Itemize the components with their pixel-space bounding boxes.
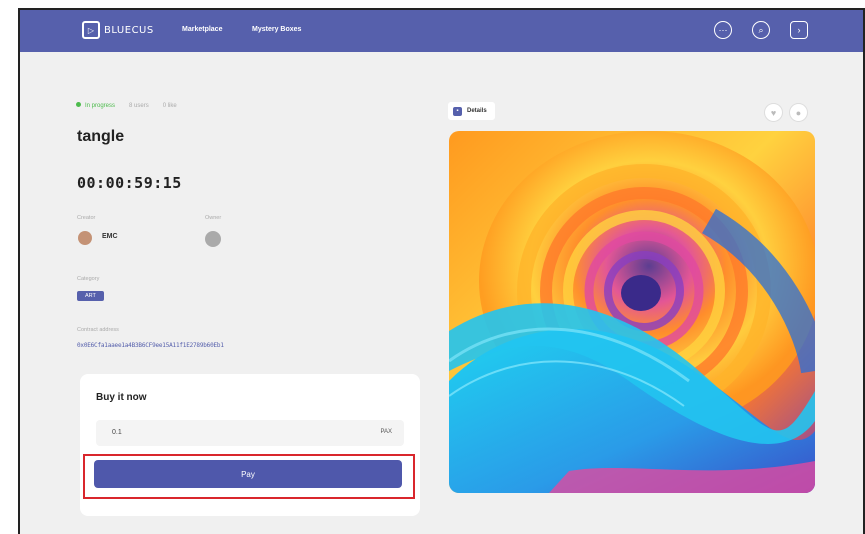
page-title: tangle [77,128,125,145]
details-label: Details [467,108,487,114]
artwork-image [449,131,815,493]
owner-label: Owner [205,215,222,221]
brand-logo-icon: ▷ [82,21,100,39]
details-icon: ▪ [453,106,462,116]
amount-unit: PAX [380,429,392,435]
buy-title: Buy it now [96,392,147,403]
creator-avatar[interactable] [78,231,92,245]
details-tab[interactable]: ▪ Details [448,102,495,120]
brand-name: BLUECUS [104,24,154,36]
more-icon[interactable]: ⋯ [714,21,732,39]
buy-card: Buy it now 0.1 PAX Pay [80,374,420,516]
amount-input[interactable]: 0.1 PAX [96,420,404,446]
status-dot-icon [76,102,81,107]
likes-count: 0 like [162,102,177,109]
login-icon[interactable]: › [790,21,808,39]
countdown-timer: 00:00:59:15 [77,174,182,192]
contract-address[interactable]: 0x0E6Cfa1aaee1a4B3B6CF9ee15A11f1E2789b60… [77,342,224,349]
nav-link-mystery-boxes[interactable]: Mystery Boxes [252,26,301,33]
users-count: 8 users [129,102,149,109]
category-label: Category [77,276,100,282]
contract-label: Contract address [77,327,119,333]
search-icon[interactable]: ⌕ [752,21,770,39]
pay-button[interactable]: Pay [94,460,402,488]
browser-frame: ▷ BLUECUS Marketplace Mystery Boxes ⋯ ⌕ … [18,8,865,534]
share-icon[interactable]: ● [790,104,807,121]
top-nav: ▷ BLUECUS Marketplace Mystery Boxes ⋯ ⌕ … [20,10,863,52]
amount-value: 0.1 [112,429,122,436]
heart-icon[interactable]: ♥ [765,104,782,121]
creator-name[interactable]: EMC [102,233,118,240]
artwork-swirl-graphic [449,131,815,493]
status-row: In progress 8 users 0 like [76,102,177,109]
status-badge: In progress [76,102,115,109]
owner-avatar[interactable] [205,231,221,247]
nav-link-marketplace[interactable]: Marketplace [182,26,222,33]
creator-label: Creator [77,215,96,221]
brand-logo[interactable]: ▷ BLUECUS [82,21,154,39]
category-tag[interactable]: ART [77,291,104,301]
